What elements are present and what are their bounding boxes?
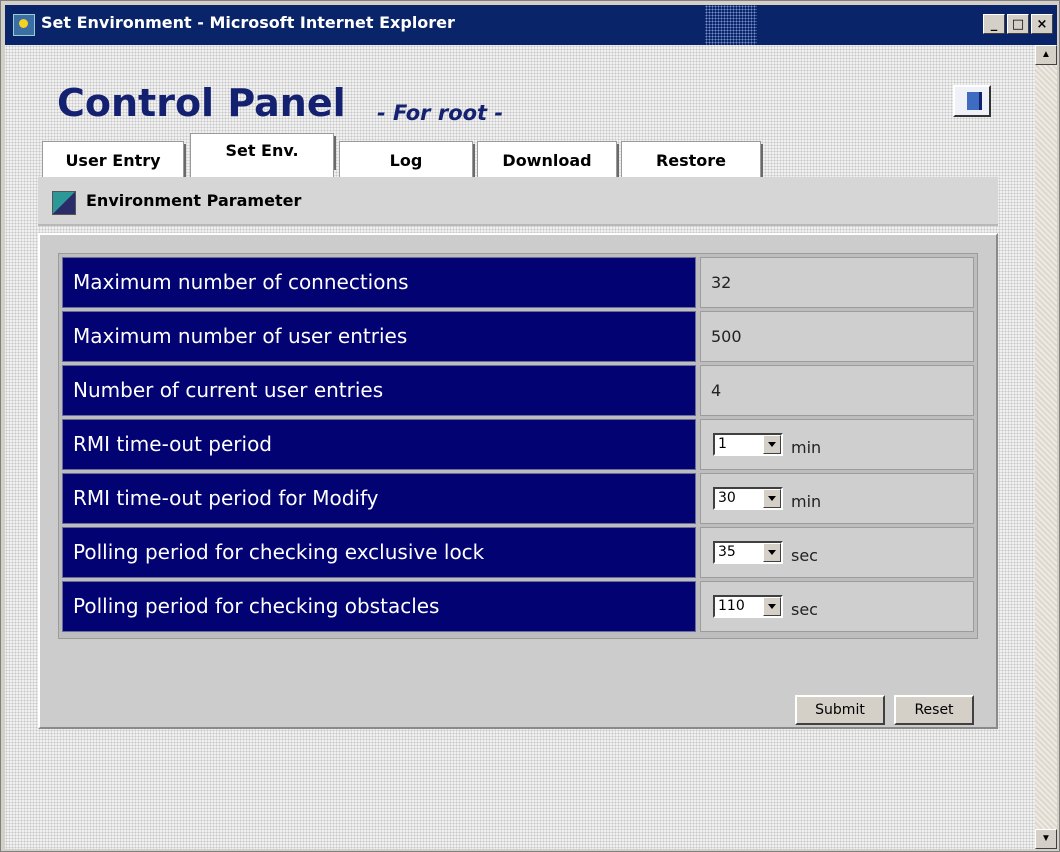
- param-value-cell: 4: [700, 365, 974, 416]
- tab-download[interactable]: Download: [477, 141, 619, 179]
- titlebar-pattern: [705, 5, 757, 45]
- section-header: Environment Parameter: [38, 177, 998, 226]
- scroll-up-arrow-icon[interactable]: ▲: [1035, 45, 1057, 65]
- param-label: RMI time-out period for Modify: [62, 473, 696, 524]
- table-row: Polling period for checking obstacles 11…: [62, 581, 974, 632]
- param-value-cell: 35 sec: [700, 527, 974, 578]
- select-value: 35: [718, 544, 736, 560]
- param-label: Maximum number of connections: [62, 257, 696, 308]
- dropdown-arrow-icon[interactable]: [763, 543, 781, 562]
- table-row: Polling period for checking exclusive lo…: [62, 527, 974, 578]
- param-label: RMI time-out period: [62, 419, 696, 470]
- param-label: Maximum number of user entries: [62, 311, 696, 362]
- tab-user-entry[interactable]: User Entry: [42, 141, 186, 179]
- select-value: 1: [718, 436, 727, 452]
- reset-button[interactable]: Reset: [894, 695, 974, 725]
- dropdown-arrow-icon[interactable]: [763, 489, 781, 508]
- scroll-down-arrow-icon[interactable]: ▼: [1035, 829, 1057, 849]
- unit-label: min: [791, 438, 822, 457]
- table-row: Maximum number of user entries 500: [62, 311, 974, 362]
- tab-restore[interactable]: Restore: [621, 141, 763, 179]
- exclusive-lock-polling-select[interactable]: 35: [713, 541, 783, 564]
- table-row: RMI time-out period for Modify 30 min: [62, 473, 974, 524]
- submit-button[interactable]: Submit: [795, 695, 885, 725]
- page-content: Control Panel - For root - User Entry Se…: [5, 45, 1035, 849]
- unit-label: sec: [791, 546, 818, 565]
- table-row: Number of current user entries 4: [62, 365, 974, 416]
- internet-explorer-icon: [13, 14, 35, 36]
- param-value: 4: [711, 381, 722, 400]
- param-label: Polling period for checking obstacles: [62, 581, 696, 632]
- page-title: Control Panel: [57, 81, 346, 125]
- param-value-cell: 32: [700, 257, 974, 308]
- page-subtitle: - For root -: [377, 101, 504, 125]
- exit-door-icon: [967, 92, 982, 110]
- select-value: 30: [718, 490, 736, 506]
- parameter-panel: Maximum number of connections 32 Maximum…: [38, 233, 998, 729]
- section-label: Environment Parameter: [86, 191, 302, 210]
- unit-label: sec: [791, 600, 818, 619]
- dropdown-arrow-icon[interactable]: [763, 435, 781, 454]
- obstacles-polling-select[interactable]: 110: [713, 595, 783, 618]
- browser-window: Set Environment - Microsoft Internet Exp…: [0, 0, 1060, 852]
- table-row: Maximum number of connections 32: [62, 257, 974, 308]
- tab-log[interactable]: Log: [339, 141, 475, 179]
- close-button[interactable]: ×: [1031, 14, 1053, 34]
- rmi-timeout-select[interactable]: 1: [713, 433, 783, 456]
- minimize-button[interactable]: _: [983, 14, 1005, 34]
- param-value: 32: [711, 273, 732, 292]
- param-label: Number of current user entries: [62, 365, 696, 416]
- window-title: Set Environment - Microsoft Internet Exp…: [41, 13, 455, 32]
- param-value-cell: 500: [700, 311, 974, 362]
- unit-label: min: [791, 492, 822, 511]
- param-value-cell: 1 min: [700, 419, 974, 470]
- table-row: RMI time-out period 1 min: [62, 419, 974, 470]
- param-label: Polling period for checking exclusive lo…: [62, 527, 696, 578]
- section-square-icon: [52, 191, 76, 215]
- rmi-timeout-modify-select[interactable]: 30: [713, 487, 783, 510]
- param-value-cell: 110 sec: [700, 581, 974, 632]
- exit-button[interactable]: [953, 85, 991, 117]
- param-value-cell: 30 min: [700, 473, 974, 524]
- title-bar: Set Environment - Microsoft Internet Exp…: [5, 5, 1057, 45]
- select-value: 110: [718, 598, 745, 614]
- parameter-table: Maximum number of connections 32 Maximum…: [58, 253, 978, 639]
- vertical-scrollbar[interactable]: ▲ ▼: [1035, 45, 1057, 849]
- dropdown-arrow-icon[interactable]: [763, 597, 781, 616]
- maximize-button[interactable]: □: [1007, 14, 1029, 34]
- window-controls: _ □ ×: [983, 14, 1053, 34]
- tab-set-env[interactable]: Set Env.: [190, 133, 336, 179]
- param-value: 500: [711, 327, 742, 346]
